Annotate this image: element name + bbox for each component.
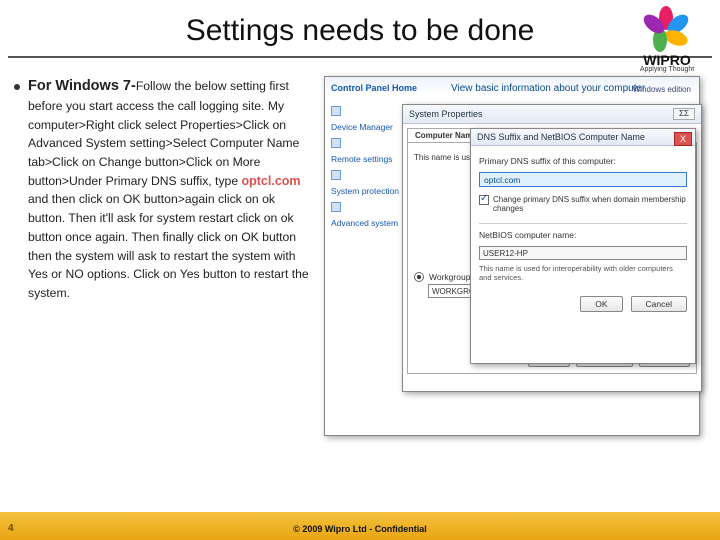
shield-icon [331, 106, 341, 116]
windows-edition-label: Windows edition [633, 85, 691, 94]
props-title: System Properties [409, 109, 483, 119]
cp-heading: View basic information about your comput… [451, 83, 645, 94]
dns-ok-button[interactable]: OK [580, 296, 622, 312]
change-suffix-label: Change primary DNS suffix when domain me… [493, 195, 687, 213]
dns-dialog: DNS Suffix and NetBIOS Computer Name X P… [470, 128, 696, 364]
cp-home-link[interactable]: Control Panel Home [331, 83, 417, 93]
bullet-body-2: and then click on OK button>again click … [28, 192, 309, 299]
logo-tagline: Applying Thought [624, 66, 710, 73]
shield-icon [331, 202, 341, 212]
close-button[interactable]: ΣΣ [673, 108, 695, 120]
workgroup-radio[interactable] [414, 272, 424, 282]
dns-cancel-button[interactable]: Cancel [631, 296, 687, 312]
dns-title: DNS Suffix and NetBIOS Computer Name [477, 132, 645, 142]
sidebar-item-remote[interactable]: Remote settings [331, 135, 399, 167]
footer-text: © 2009 Wipro Ltd - Confidential [0, 524, 720, 534]
instruction-column: For Windows 7-Follow the below setting f… [14, 76, 314, 476]
wipro-logo: WIPRO Applying Thought [624, 6, 710, 73]
bullet-highlight: optcl.com [241, 174, 300, 188]
change-suffix-checkbox[interactable] [479, 195, 489, 205]
cp-sidebar: Device Manager Remote settings System pr… [331, 103, 399, 231]
bullet-body-1: Follow the below setting first before yo… [28, 79, 299, 188]
shield-icon [331, 138, 341, 148]
workgroup-label: Workgroup: [429, 272, 473, 282]
netbios-input[interactable]: USER12-HP [479, 246, 687, 260]
sidebar-item-device-manager[interactable]: Device Manager [331, 103, 399, 135]
shield-icon [331, 170, 341, 180]
dns-note: This name is used for interoperability w… [479, 264, 687, 282]
primary-dns-input[interactable]: optcl.com [479, 172, 687, 187]
screenshot-area: Control Panel Home Device Manager Remote… [324, 76, 700, 476]
sidebar-item-advanced[interactable]: Advanced system [331, 199, 399, 231]
sidebar-item-protection[interactable]: System protection [331, 167, 399, 199]
bullet-lead: For Windows 7- [28, 78, 136, 94]
netbios-label: NetBIOS computer name: [479, 230, 687, 240]
slide-title: Settings needs to be done [8, 0, 712, 58]
primary-dns-label: Primary DNS suffix of this computer: [479, 156, 687, 166]
flower-icon [643, 6, 691, 50]
bullet-icon [14, 84, 20, 90]
close-icon[interactable]: X [674, 132, 692, 146]
